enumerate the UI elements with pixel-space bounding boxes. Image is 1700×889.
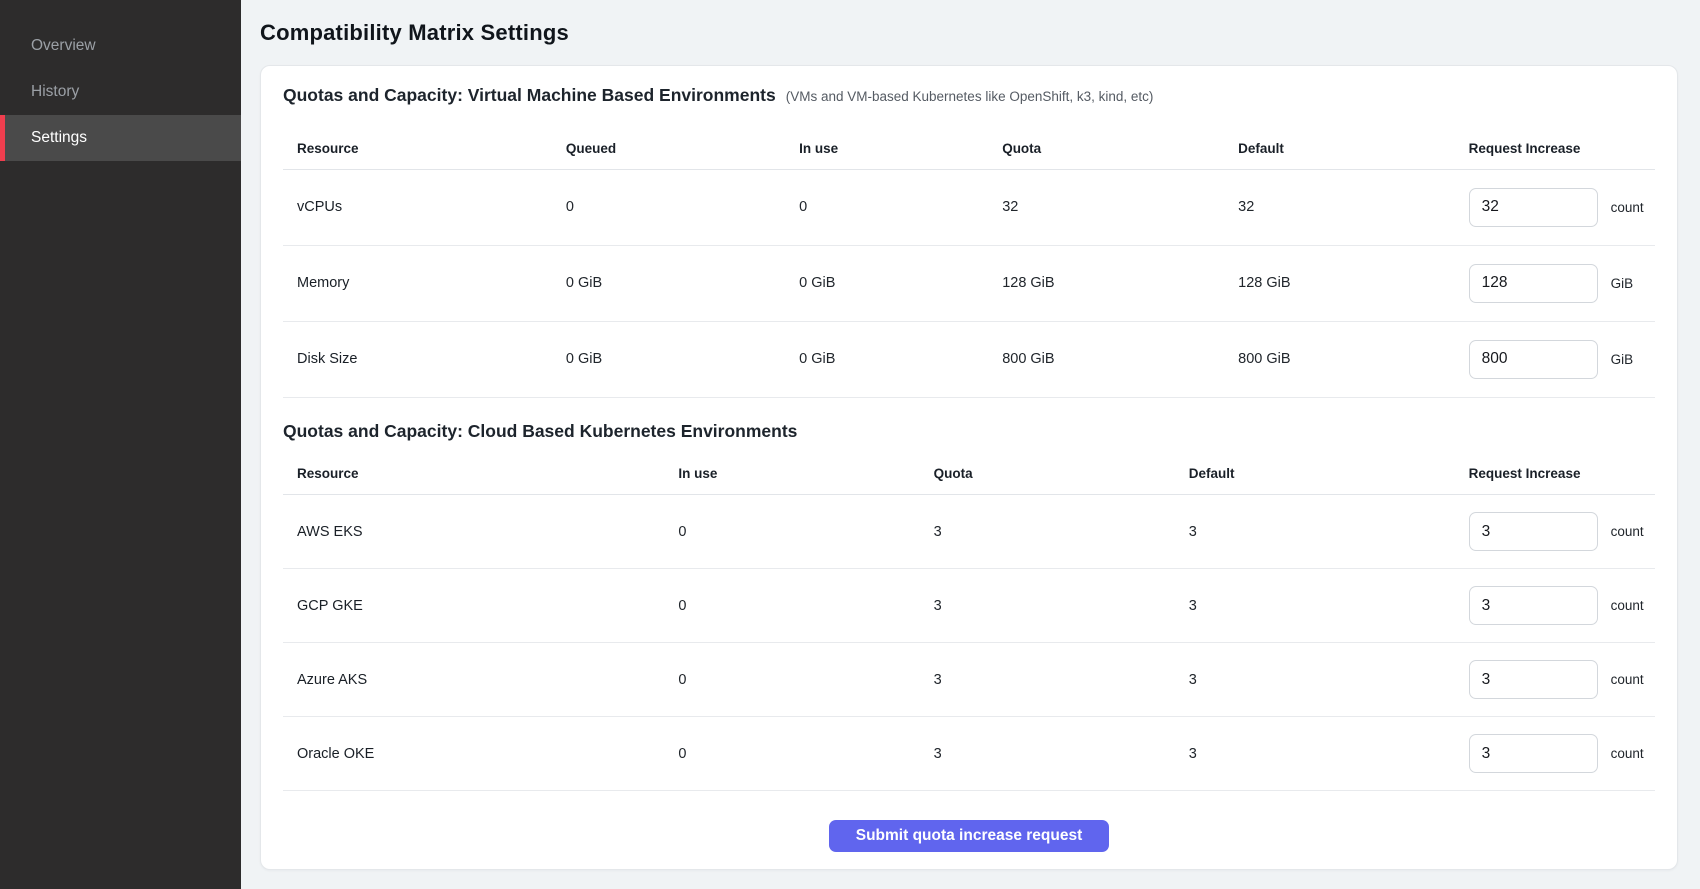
- table-row-disk-size: Disk Size 0 GiB 0 GiB 800 GiB 800 GiB Gi…: [283, 321, 1655, 397]
- unit-label: GiB: [1611, 276, 1634, 291]
- resource-name: vCPUs: [283, 169, 552, 245]
- column-header-queued: Queued: [552, 110, 785, 169]
- column-header-quota: Quota: [988, 110, 1224, 169]
- submit-row: Submit quota increase request: [283, 820, 1655, 852]
- vm-section-header: Quotas and Capacity: Virtual Machine Bas…: [283, 82, 1655, 110]
- column-header-resource: Resource: [283, 444, 664, 495]
- column-header-in-use: In use: [664, 444, 919, 495]
- quota-value: 32: [988, 169, 1224, 245]
- sidebar-item-label: Overview: [31, 37, 96, 55]
- request-increase-cell: count: [1469, 734, 1655, 773]
- cloud-section-title: Quotas and Capacity: Cloud Based Kuberne…: [283, 418, 797, 444]
- aws-eks-request-input[interactable]: [1469, 512, 1598, 551]
- request-increase-cell: GiB: [1469, 264, 1655, 303]
- sidebar: Overview History Settings: [0, 0, 241, 889]
- quota-value: 3: [920, 717, 1175, 791]
- unit-label: GiB: [1611, 352, 1634, 367]
- page-title: Compatibility Matrix Settings: [260, 18, 1678, 48]
- sidebar-item-settings[interactable]: Settings: [0, 115, 241, 161]
- request-increase-cell: count: [1469, 660, 1655, 699]
- vm-quota-table: Resource Queued In use Quota Default Req…: [283, 110, 1655, 398]
- request-increase-cell: count: [1469, 188, 1655, 227]
- quota-value: 3: [920, 643, 1175, 717]
- submit-quota-button[interactable]: Submit quota increase request: [829, 820, 1109, 852]
- request-increase-cell: count: [1469, 586, 1655, 625]
- resource-name: Oracle OKE: [283, 717, 664, 791]
- default-value: 128 GiB: [1224, 245, 1454, 321]
- quota-settings-card: Quotas and Capacity: Virtual Machine Bas…: [260, 65, 1678, 870]
- request-increase-cell: GiB: [1469, 340, 1655, 379]
- table-row-gcp-gke: GCP GKE 0 3 3 count: [283, 569, 1655, 643]
- request-increase-cell: count: [1469, 512, 1655, 551]
- disk-size-request-input[interactable]: [1469, 340, 1598, 379]
- column-header-quota: Quota: [920, 444, 1175, 495]
- in-use-value: 0: [664, 643, 919, 717]
- default-value: 3: [1175, 717, 1455, 791]
- unit-label: count: [1611, 746, 1644, 761]
- cloud-table-header-row: Resource In use Quota Default Request In…: [283, 444, 1655, 495]
- quota-value: 800 GiB: [988, 321, 1224, 397]
- main-content: Compatibility Matrix Settings Quotas and…: [241, 0, 1700, 889]
- table-row-memory: Memory 0 GiB 0 GiB 128 GiB 128 GiB GiB: [283, 245, 1655, 321]
- in-use-value: 0: [664, 569, 919, 643]
- cloud-quota-table: Resource In use Quota Default Request In…: [283, 444, 1655, 792]
- in-use-value: 0 GiB: [785, 321, 988, 397]
- resource-name: Azure AKS: [283, 643, 664, 717]
- table-row-azure-aks: Azure AKS 0 3 3 count: [283, 643, 1655, 717]
- column-header-default: Default: [1224, 110, 1454, 169]
- sidebar-item-history[interactable]: History: [0, 69, 241, 115]
- column-header-resource: Resource: [283, 110, 552, 169]
- unit-label: count: [1611, 200, 1644, 215]
- default-value: 800 GiB: [1224, 321, 1454, 397]
- resource-name: AWS EKS: [283, 495, 664, 569]
- in-use-value: 0: [664, 717, 919, 791]
- queued-value: 0 GiB: [552, 245, 785, 321]
- default-value: 3: [1175, 643, 1455, 717]
- unit-label: count: [1611, 524, 1644, 539]
- in-use-value: 0: [664, 495, 919, 569]
- azure-aks-request-input[interactable]: [1469, 660, 1598, 699]
- unit-label: count: [1611, 672, 1644, 687]
- default-value: 32: [1224, 169, 1454, 245]
- gcp-gke-request-input[interactable]: [1469, 586, 1598, 625]
- column-header-in-use: In use: [785, 110, 988, 169]
- vm-section-subtitle: (VMs and VM-based Kubernetes like OpenSh…: [786, 84, 1154, 110]
- resource-name: Memory: [283, 245, 552, 321]
- sidebar-item-label: History: [31, 83, 79, 101]
- table-row-vcpus: vCPUs 0 0 32 32 count: [283, 169, 1655, 245]
- column-header-request-increase: Request Increase: [1455, 444, 1655, 495]
- unit-label: count: [1611, 598, 1644, 613]
- in-use-value: 0 GiB: [785, 245, 988, 321]
- queued-value: 0 GiB: [552, 321, 785, 397]
- column-header-request-increase: Request Increase: [1455, 110, 1655, 169]
- column-header-default: Default: [1175, 444, 1455, 495]
- vcpus-request-input[interactable]: [1469, 188, 1598, 227]
- memory-request-input[interactable]: [1469, 264, 1598, 303]
- vm-section-title: Quotas and Capacity: Virtual Machine Bas…: [283, 82, 776, 108]
- vm-table-header-row: Resource Queued In use Quota Default Req…: [283, 110, 1655, 169]
- sidebar-item-label: Settings: [31, 129, 87, 147]
- quota-value: 3: [920, 495, 1175, 569]
- default-value: 3: [1175, 569, 1455, 643]
- oracle-oke-request-input[interactable]: [1469, 734, 1598, 773]
- quota-value: 3: [920, 569, 1175, 643]
- resource-name: GCP GKE: [283, 569, 664, 643]
- queued-value: 0: [552, 169, 785, 245]
- sidebar-item-overview[interactable]: Overview: [0, 23, 241, 69]
- table-row-aws-eks: AWS EKS 0 3 3 count: [283, 495, 1655, 569]
- default-value: 3: [1175, 495, 1455, 569]
- quota-value: 128 GiB: [988, 245, 1224, 321]
- cloud-section-header: Quotas and Capacity: Cloud Based Kuberne…: [283, 418, 1655, 444]
- table-row-oracle-oke: Oracle OKE 0 3 3 count: [283, 717, 1655, 791]
- in-use-value: 0: [785, 169, 988, 245]
- resource-name: Disk Size: [283, 321, 552, 397]
